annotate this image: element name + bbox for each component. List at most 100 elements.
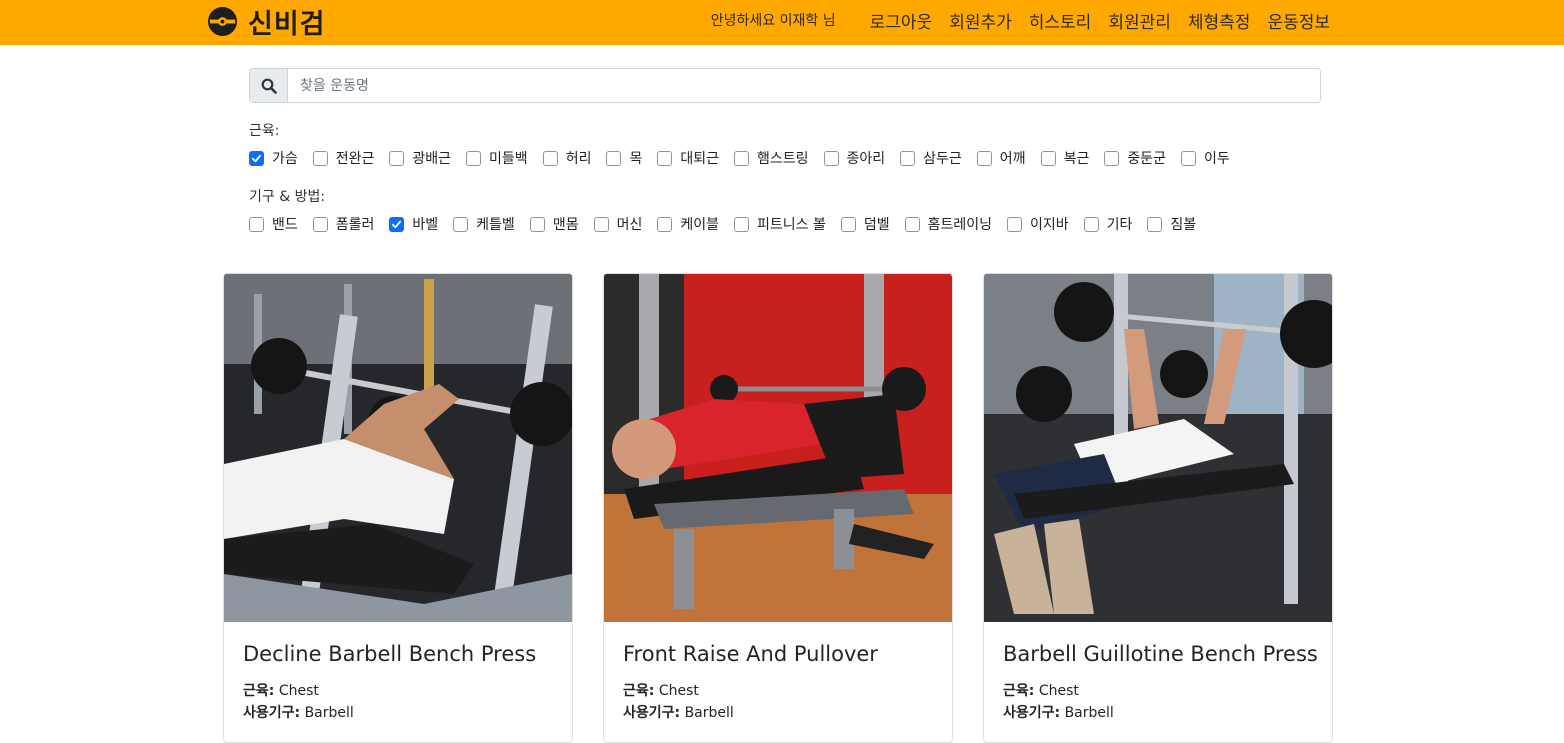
checkbox[interactable] (976, 150, 992, 166)
muscle-filter-option-label: 광배근 (412, 151, 452, 167)
equipment-filter-option-label: 기타 (1106, 217, 1133, 233)
exercise-card[interactable]: Decline Barbell Bench Press 근육: Chest 사용… (223, 273, 573, 743)
muscle-filter-option-label: 삼두근 (923, 151, 962, 167)
checkbox[interactable] (1040, 150, 1056, 166)
equipment-filter-option[interactable]: 머신 (593, 214, 643, 234)
checkbox[interactable] (1147, 216, 1163, 232)
nav-history[interactable]: 히스토리 (1029, 8, 1092, 33)
muscle-filter-option[interactable]: 복근 (1040, 148, 1089, 168)
checkbox[interactable] (529, 216, 545, 232)
checkbox[interactable] (389, 216, 405, 232)
checkbox[interactable] (733, 150, 749, 166)
checkbox[interactable] (1083, 216, 1099, 232)
checkbox[interactable] (900, 150, 916, 166)
checkbox[interactable] (1104, 150, 1120, 166)
search-icon (261, 78, 277, 94)
checkbox[interactable] (249, 150, 264, 166)
exercise-title: Barbell Guillotine Bench Press (1003, 642, 1318, 666)
exercise-equipment: 사용기구: Barbell (243, 702, 553, 724)
equipment-filter-option[interactable]: 케이블 (657, 214, 719, 234)
search-input[interactable] (288, 69, 1320, 102)
muscle-filter-option-label: 중둔군 (1127, 151, 1166, 167)
muscle-filter-option[interactable]: 종아리 (823, 148, 886, 168)
equipment-filter-option[interactable]: 홈트레이닝 (904, 214, 993, 234)
muscle-filter-group: 가슴 전완근 광배근 미들백 허리 목 대퇴근 햄스트링 종아리 삼두근 어깨 복근 중둔군 이두 (249, 148, 1245, 168)
exercise-card[interactable]: Barbell Guillotine Bench Press 근육: Chest… (983, 273, 1333, 743)
search-bar (249, 68, 1321, 103)
muscle-filter-option[interactable]: 미들백 (466, 148, 528, 168)
checkbox[interactable] (312, 150, 328, 166)
checkbox[interactable] (453, 216, 469, 232)
equipment-filter-option-label: 홈트레이닝 (927, 217, 993, 233)
muscle-filter-option[interactable]: 삼두근 (900, 148, 962, 168)
checkbox[interactable] (904, 216, 920, 232)
exercise-image (984, 274, 1332, 622)
nav-exercise-info[interactable]: 운동정보 (1267, 8, 1330, 33)
muscle-filter-option-label: 목 (629, 151, 643, 167)
checkbox[interactable] (312, 216, 328, 232)
equipment-filter-option[interactable]: 짐볼 (1147, 214, 1196, 234)
muscle-filter-option-label: 허리 (565, 151, 592, 167)
equipment-filter-option-label: 밴드 (272, 217, 298, 233)
muscle-filter-option[interactable]: 목 (606, 148, 642, 168)
nav-add-member[interactable]: 회원추가 (949, 8, 1012, 33)
nav-menu: 안녕하세요 이재학 님 로그아웃 회원추가 히스토리 회원관리 체형측정 운동정… (711, 0, 1330, 40)
checkbox[interactable] (840, 216, 856, 232)
exercise-card[interactable]: Front Raise And Pullover 근육: Chest 사용기구:… (603, 273, 953, 743)
checkbox[interactable] (542, 150, 558, 166)
brand-logo[interactable]: 신비검 (207, 3, 326, 40)
checkmark-icon (251, 154, 262, 162)
navbar: 신비검 안녕하세요 이재학 님 로그아웃 회원추가 히스토리 회원관리 체형측정… (0, 0, 1564, 45)
exercise-equipment: 사용기구: Barbell (623, 702, 933, 724)
checkbox[interactable] (1180, 150, 1196, 166)
muscle-filter-option[interactable]: 햄스트링 (733, 148, 809, 168)
muscle-filter-option-label: 대퇴근 (680, 151, 719, 167)
muscle-key: 근육: (1003, 683, 1035, 699)
checkbox[interactable] (606, 150, 622, 166)
equipment-filter-option[interactable]: 피트니스 볼 (733, 214, 826, 234)
equipment-filter-option[interactable]: 바벨 (389, 214, 438, 234)
muscle-filter-option-label: 전완근 (335, 151, 375, 167)
muscle-filter-option[interactable]: 전완근 (312, 148, 375, 168)
muscle-filter-option[interactable]: 대퇴근 (657, 148, 719, 168)
checkbox[interactable] (823, 150, 839, 166)
muscle-filter-option[interactable]: 중둔군 (1104, 148, 1166, 168)
equipment-filter-option-label: 머신 (616, 217, 643, 233)
checkbox[interactable] (657, 150, 673, 166)
exercise-equipment: 사용기구: Barbell (1003, 702, 1313, 724)
equipment-filter-option[interactable]: 기타 (1083, 214, 1133, 234)
equipment-key: 사용기구: (1003, 705, 1061, 721)
nav-logout[interactable]: 로그아웃 (870, 8, 933, 33)
checkbox[interactable] (466, 150, 482, 166)
muscle-filter-option-label: 가슴 (272, 151, 298, 167)
equipment-filter-option[interactable]: 맨몸 (529, 214, 579, 234)
muscle-filter-option[interactable]: 가슴 (249, 148, 298, 168)
equipment-filter-option[interactable]: 케틀벨 (453, 214, 515, 234)
muscle-filter-option[interactable]: 어깨 (976, 148, 1026, 168)
checkbox[interactable] (593, 216, 609, 232)
equipment-filter-option[interactable]: 덤벨 (840, 214, 890, 234)
muscle-key: 근육: (243, 683, 275, 699)
muscle-filter-label: 근육: (249, 123, 280, 139)
checkbox[interactable] (657, 216, 673, 232)
muscle-filter-option-label: 미들백 (489, 151, 528, 167)
equipment-filter-option[interactable]: 이지바 (1007, 214, 1069, 234)
checkbox[interactable] (249, 216, 264, 232)
muscle-filter-option[interactable]: 광배근 (389, 148, 451, 168)
equipment-filter-option-label: 케틀벨 (476, 217, 515, 233)
brand-name: 신비검 (248, 8, 326, 40)
equipment-filter-option[interactable]: 밴드 (249, 214, 298, 234)
checkbox[interactable] (1007, 216, 1023, 232)
muscle-key: 근육: (623, 683, 655, 699)
checkbox[interactable] (389, 150, 405, 166)
nav-member-management[interactable]: 회원관리 (1108, 8, 1171, 33)
exercise-muscle: 근육: Chest (623, 680, 933, 702)
muscle-filter-option[interactable]: 이두 (1180, 148, 1230, 168)
checkbox[interactable] (733, 216, 749, 232)
muscle-filter-option-label: 종아리 (846, 151, 886, 167)
muscle-filter-option[interactable]: 허리 (542, 148, 592, 168)
nav-body-measurement[interactable]: 체형측정 (1188, 8, 1251, 33)
equipment-filter-option[interactable]: 폼롤러 (312, 214, 374, 234)
exercise-image (224, 274, 572, 622)
equipment-filter-option-label: 케이블 (680, 217, 719, 233)
